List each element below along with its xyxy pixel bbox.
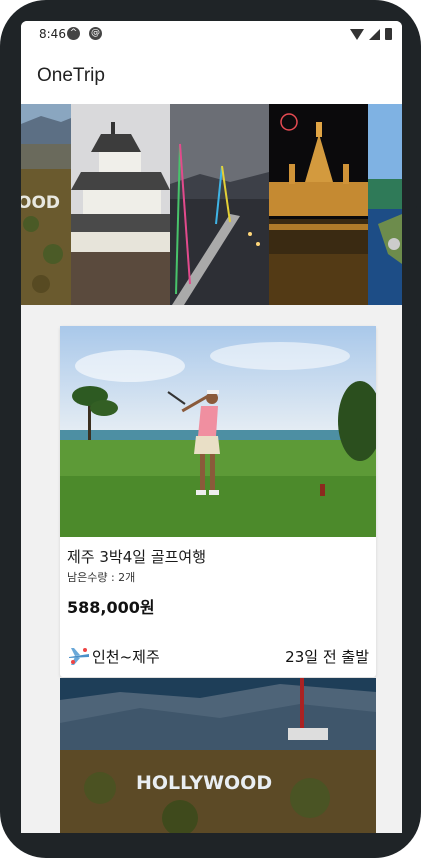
hollywood-sign-text: HOLLYWOOD <box>136 772 272 794</box>
app-bar: OneTrip <box>21 49 402 104</box>
bridge-image <box>170 104 269 305</box>
hollywood-sign-image: OOD <box>21 104 71 305</box>
banner-image-coast[interactable] <box>368 104 402 305</box>
product-list[interactable]: 제주 3박4일 골프여행 남은수량 : 2개 588,000원 인천~제주 23… <box>21 305 402 833</box>
banner-carousel[interactable]: OOD <box>21 104 402 305</box>
svg-text:OOD: OOD <box>21 193 60 213</box>
status-icons <box>350 28 392 40</box>
hollywood-hills-image: HOLLYWOOD <box>60 678 376 833</box>
castle-image <box>71 104 170 305</box>
power-button <box>416 324 421 440</box>
banner-image-parliament[interactable] <box>269 104 368 305</box>
departure-info: 23일 전 출발 <box>285 648 369 666</box>
volume-button <box>416 206 421 264</box>
remaining-quantity: 남은수량 : 2개 <box>67 571 136 584</box>
screen: 8:46 ^ @ OneTrip OOD 제주 3박4일 골프여행 남은수량:… <box>21 21 402 833</box>
coast-image <box>368 104 402 305</box>
sync-icon: @ <box>89 27 102 40</box>
banner-image-castle[interactable] <box>71 104 170 305</box>
app-title: OneTrip <box>37 65 105 86</box>
product-card[interactable]: HOLLYWOOD <box>60 678 376 833</box>
cellular-icon <box>369 28 380 40</box>
notification-icon: ^ <box>67 27 80 40</box>
status-time: 8:46 <box>39 27 66 41</box>
route-info: 인천~제주 <box>67 644 160 668</box>
status-bar: 8:46 ^ @ <box>21 21 402 49</box>
banner-image-bridge[interactable] <box>170 104 269 305</box>
product-image <box>60 326 376 537</box>
golf-course-image <box>60 326 376 537</box>
product-title: 제주 3박4일 골프여행 <box>67 548 207 566</box>
airplane-icon <box>67 644 91 668</box>
wifi-icon <box>350 28 364 40</box>
parliament-image <box>269 104 368 305</box>
product-card[interactable]: 제주 3박4일 골프여행 남은수량 : 2개 588,000원 인천~제주 23… <box>60 326 376 677</box>
product-price: 588,000원 <box>67 598 155 617</box>
banner-image-hollywood[interactable]: OOD <box>21 104 71 305</box>
battery-icon <box>385 28 392 40</box>
route-text: 인천~제주 <box>92 647 160 666</box>
